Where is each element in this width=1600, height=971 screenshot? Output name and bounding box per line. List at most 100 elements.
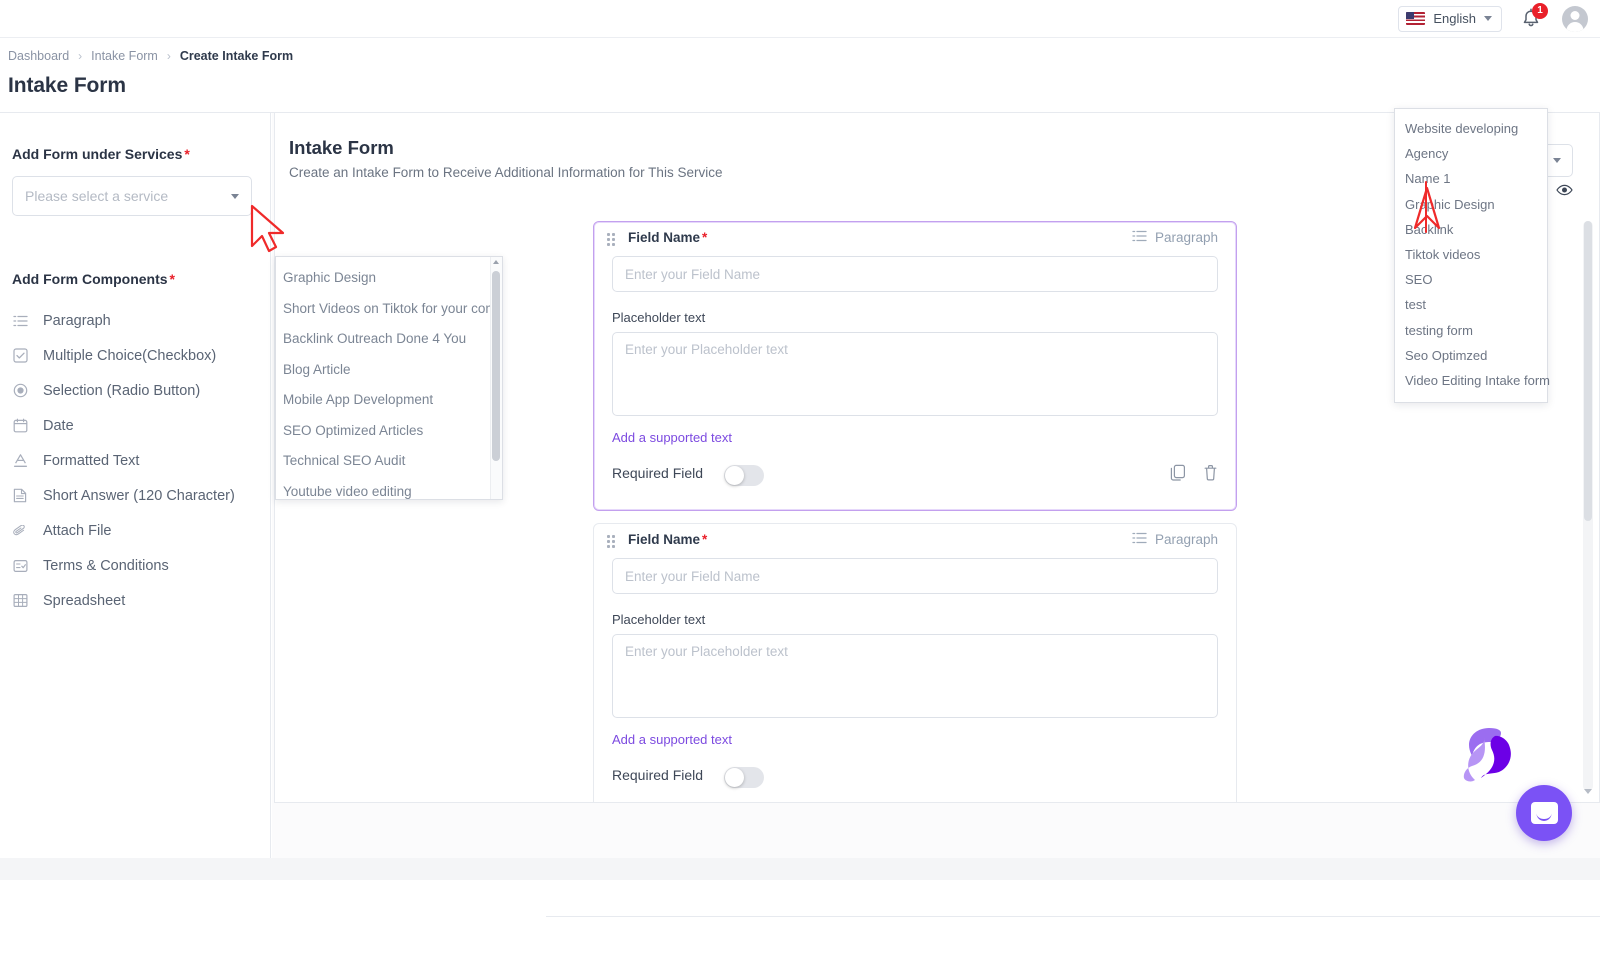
scroll-up-arrow-icon[interactable] — [493, 260, 499, 264]
field-card[interactable]: Field Name * Paragraph Enter your Field … — [593, 221, 1237, 511]
copy-fields-option[interactable]: Tiktok videos — [1395, 242, 1547, 267]
top-header-bar: English 1 — [0, 0, 1600, 38]
paragraph-list-icon — [12, 313, 28, 329]
us-flag-icon — [1406, 12, 1426, 25]
service-dropdown-popup[interactable]: Graphic Design Short Videos on Tiktok fo… — [275, 256, 503, 500]
eye-icon — [1556, 184, 1573, 199]
breadcrumb: Dashboard › Intake Form › Create Intake … — [8, 49, 293, 63]
form-scrollbar[interactable] — [1583, 221, 1593, 791]
required-field-label: Required Field — [612, 465, 704, 481]
components-label-text: Add Form Components — [12, 271, 168, 287]
breadcrumb-separator-icon: › — [166, 49, 171, 63]
copy-fields-option[interactable]: Graphic Design — [1395, 192, 1547, 217]
checkbox-icon — [12, 348, 28, 364]
field-name-input-placeholder: Enter your Field Name — [625, 266, 761, 282]
component-label: Multiple Choice(Checkbox) — [43, 347, 217, 364]
breadcrumb-item-dashboard[interactable]: Dashboard — [8, 49, 69, 63]
breadcrumb-item-create-intake-form: Create Intake Form — [179, 49, 294, 63]
document-icon — [12, 488, 28, 504]
chat-bubble-icon — [1530, 802, 1558, 824]
service-option[interactable]: Blog Article — [276, 355, 502, 386]
component-item-short-answer[interactable]: Short Answer (120 Character) — [12, 478, 262, 513]
avatar[interactable] — [1562, 5, 1588, 32]
terms-icon — [12, 558, 28, 574]
breadcrumb-separator-icon: › — [78, 49, 83, 63]
field-card[interactable]: Field Name * Paragraph Enter your Field … — [593, 523, 1237, 802]
notifications-button[interactable]: 1 — [1520, 2, 1548, 31]
drag-handle-icon[interactable] — [607, 535, 615, 548]
service-option[interactable]: Technical SEO Audit — [276, 446, 502, 477]
trash-icon[interactable] — [1203, 464, 1218, 487]
duplicate-icon[interactable] — [1169, 464, 1186, 487]
field-name-input[interactable]: Enter your Field Name — [612, 256, 1218, 292]
copy-fields-option[interactable]: SEO — [1395, 267, 1547, 292]
service-dropdown-list: Graphic Design Short Videos on Tiktok fo… — [276, 257, 502, 500]
service-select[interactable]: Please select a service — [12, 176, 252, 216]
service-option[interactable]: Graphic Design — [276, 263, 502, 294]
formatted-text-icon — [12, 453, 28, 469]
placeholder-text-label: Placeholder text — [612, 612, 706, 627]
component-item-date[interactable]: Date — [12, 408, 262, 443]
language-selector[interactable]: English — [1398, 5, 1502, 32]
paperclip-icon — [12, 523, 28, 539]
component-item-paragraph[interactable]: Paragraph — [12, 303, 262, 338]
drag-handle-icon[interactable] — [607, 233, 615, 246]
copy-fields-option[interactable]: Agency — [1395, 141, 1547, 166]
field-card-actions — [1169, 464, 1218, 487]
breadcrumb-item-intake-form[interactable]: Intake Form — [91, 49, 158, 63]
field-name-input[interactable]: Enter your Field Name — [612, 558, 1218, 594]
copy-fields-option[interactable]: Video Editing Intake form — [1395, 368, 1550, 393]
copy-fields-option[interactable]: Backlink — [1395, 217, 1547, 242]
form-components-list: Paragraph Multiple Choice(Checkbox) Sele… — [12, 303, 262, 618]
service-option[interactable]: Backlink Outreach Done 4 You — [276, 324, 502, 355]
copy-fields-option[interactable]: Name 1 — [1395, 166, 1547, 191]
paragraph-list-icon — [1132, 229, 1147, 246]
service-option[interactable]: Youtube video editing — [276, 477, 502, 500]
service-option[interactable]: Short Videos on Tiktok for your compan — [276, 294, 502, 325]
chat-launcher-button[interactable] — [1516, 785, 1572, 841]
field-type-tag: Paragraph — [1132, 229, 1218, 246]
field-type-label: Paragraph — [1154, 230, 1218, 245]
services-label-text: Add Form under Services — [12, 146, 183, 162]
field-card-header: Field Name * Paragraph — [594, 524, 1236, 558]
page-header: Dashboard › Intake Form › Create Intake … — [0, 38, 1600, 112]
component-item-spreadsheet[interactable]: Spreadsheet — [12, 583, 262, 618]
required-field-row: Required Field — [594, 755, 1236, 802]
component-item-attach-file[interactable]: Attach File — [12, 513, 262, 548]
form-scrollbar-thumb[interactable] — [1584, 221, 1592, 521]
component-item-terms-conditions[interactable]: Terms & Conditions — [12, 548, 262, 583]
component-label: Selection (Radio Button) — [43, 382, 201, 399]
component-label: Paragraph — [43, 312, 111, 329]
add-supported-text-link[interactable]: Add a supported text — [612, 430, 732, 445]
copy-fields-option[interactable]: Seo Optimzed — [1395, 343, 1547, 368]
chevron-down-icon — [1484, 16, 1492, 21]
copy-fields-option[interactable]: Website developing — [1395, 116, 1547, 141]
paragraph-list-icon — [1132, 531, 1147, 548]
required-field-toggle[interactable] — [724, 767, 764, 788]
copy-fields-option[interactable]: test — [1395, 292, 1547, 317]
service-option[interactable]: SEO Optimized Articles — [276, 416, 502, 447]
copy-fields-option[interactable]: testing form — [1395, 318, 1547, 343]
placeholder-text-input-placeholder: Enter your Placeholder text — [625, 644, 788, 659]
component-item-multiple-choice[interactable]: Multiple Choice(Checkbox) — [12, 338, 262, 373]
required-field-toggle[interactable] — [724, 465, 764, 486]
placeholder-text-input[interactable]: Enter your Placeholder text — [612, 332, 1218, 416]
service-dropdown-scrollbar[interactable] — [490, 257, 502, 499]
left-sidebar: Add Form under Services * Please select a… — [0, 113, 271, 880]
scroll-down-arrow-icon[interactable] — [1584, 789, 1592, 794]
add-supported-text-link[interactable]: Add a supported text — [612, 732, 732, 747]
page-bottom-fill-right — [0, 858, 1600, 880]
form-card-title: Intake Form — [289, 137, 394, 158]
copy-fields-dropdown-popup[interactable]: Website developing Agency Name 1 Graphic… — [1394, 108, 1550, 404]
field-card-header: Field Name * Paragraph — [594, 222, 1236, 256]
field-name-label-text: Field Name — [628, 230, 701, 245]
required-asterisk: * — [169, 271, 175, 287]
required-field-label: Required Field — [612, 767, 704, 783]
component-item-selection-radio[interactable]: Selection (Radio Button) — [12, 373, 262, 408]
component-item-formatted-text[interactable]: Formatted Text — [12, 443, 262, 478]
service-dropdown-scroll-thumb[interactable] — [492, 271, 500, 461]
component-label: Short Answer (120 Character) — [43, 487, 235, 504]
field-name-label: Field Name * — [628, 532, 707, 547]
service-option[interactable]: Mobile App Development — [276, 385, 502, 416]
placeholder-text-input[interactable]: Enter your Placeholder text — [612, 634, 1218, 718]
